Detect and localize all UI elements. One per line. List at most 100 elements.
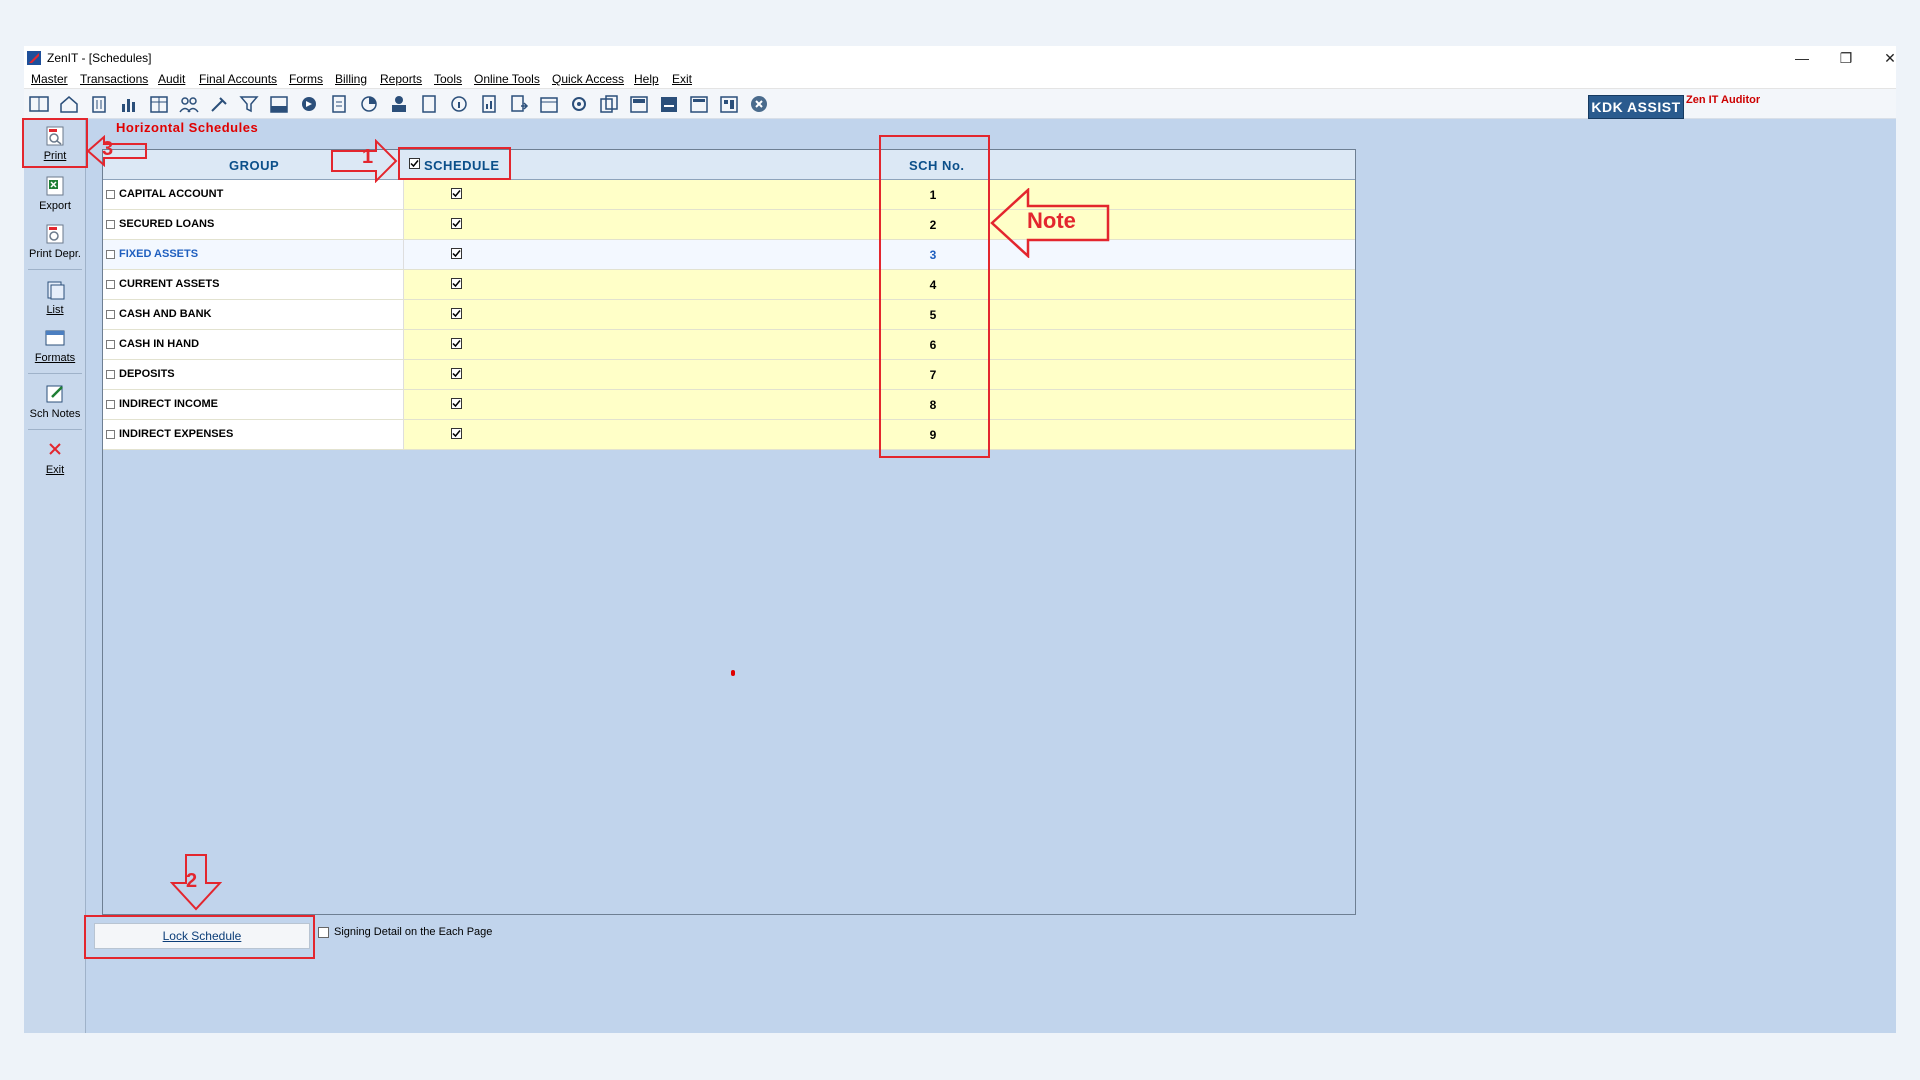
pie-icon[interactable] [358,94,380,114]
group-name: CASH AND BANK [119,308,212,320]
schedule-cell[interactable] [404,330,509,359]
schedule-checkbox[interactable] [451,188,462,199]
menu-reports[interactable]: Reports [380,72,422,86]
group-cell[interactable]: INDIRECT EXPENSES [103,420,404,449]
menu-final-accounts[interactable]: Final Accounts [199,72,277,86]
annotation-box-lock [84,915,315,959]
row-checkbox[interactable] [106,310,115,319]
signing-detail-checkbox[interactable] [318,927,329,938]
schedule-checkbox[interactable] [451,338,462,349]
tax-icon[interactable] [268,94,290,114]
group-cell[interactable]: SECURED LOANS [103,210,404,239]
report-icon[interactable] [478,94,500,114]
schedule-checkbox[interactable] [451,278,462,289]
sidebar-list-button[interactable]: List [24,279,86,316]
menu-audit[interactable]: Audit [158,72,185,86]
bs-icon[interactable] [628,94,650,114]
group-cell[interactable]: CURRENT ASSETS [103,270,404,299]
schedule-checkbox[interactable] [451,368,462,379]
schedule-cell[interactable] [404,360,509,389]
schedule-cell[interactable] [404,240,509,269]
schedule-cell[interactable] [404,210,509,239]
sidebar-exit-button[interactable]: Exit [24,439,86,476]
menu-help[interactable]: Help [634,72,659,86]
row-checkbox[interactable] [106,340,115,349]
menu-master[interactable]: Master [31,72,68,86]
sidebar-sch-notes-button[interactable]: Sch Notes [24,383,86,420]
menu-forms[interactable]: Forms [289,72,323,86]
table-row[interactable]: FIXED ASSETS 3 [103,240,1355,270]
schedule-cell[interactable] [404,420,509,449]
row-checkbox[interactable] [106,190,115,199]
table-row[interactable]: CASH AND BANK 5 [103,300,1355,330]
calculator-icon[interactable] [328,94,350,114]
group-name: FIXED ASSETS [119,248,199,260]
schedule-cell[interactable] [404,390,509,419]
sidebar-formats-button[interactable]: Formats [24,327,86,364]
row-checkbox[interactable] [106,220,115,229]
pay-icon[interactable] [388,94,410,114]
row-checkbox[interactable] [106,430,115,439]
building-icon[interactable] [88,94,110,114]
bar-chart-icon[interactable] [118,94,140,114]
menu-tools[interactable]: Tools [434,72,462,86]
row-checkbox[interactable] [106,280,115,289]
table-row[interactable]: CASH IN HAND 6 [103,330,1355,360]
table-row[interactable]: CURRENT ASSETS 4 [103,270,1355,300]
group-cell[interactable]: CAPITAL ACCOUNT [103,180,404,209]
schedule-cell[interactable] [404,180,509,209]
schedule-cell[interactable] [404,270,509,299]
close-button[interactable]: ✕ [1872,48,1908,68]
minimize-button[interactable]: — [1784,48,1820,68]
schedule-cell[interactable] [404,300,509,329]
group-cell[interactable]: CASH AND BANK [103,300,404,329]
restore-button[interactable]: ❐ [1828,48,1864,68]
sidebar-print-depr-button[interactable]: Print Depr. [24,223,86,260]
menu-exit[interactable]: Exit [672,72,692,86]
menu-online-tools[interactable]: Online Tools [474,72,540,86]
row-checkbox[interactable] [106,400,115,409]
bs2-icon[interactable] [658,94,680,114]
tdo-icon[interactable] [688,94,710,114]
schedule-checkbox[interactable] [451,308,462,319]
settings-icon[interactable] [568,94,590,114]
row-checkbox[interactable] [106,250,115,259]
row-checkbox[interactable] [106,370,115,379]
toggle-icon[interactable] [298,94,320,114]
sidebar-exit-label: Exit [45,464,65,476]
column-header-group[interactable]: GROUP [229,158,279,173]
home-icon[interactable] [58,94,80,114]
schedule-checkbox[interactable] [451,248,462,259]
table-row[interactable]: INDIRECT EXPENSES 9 [103,420,1355,450]
calendar-icon[interactable] [538,94,560,114]
group-cell[interactable]: FIXED ASSETS [103,240,404,269]
sidebar-export-button[interactable]: Export [24,175,86,212]
schedule-checkbox[interactable] [451,428,462,439]
menu-billing[interactable]: Billing [335,72,367,86]
tools-icon[interactable] [208,94,230,114]
table-row[interactable]: SECURED LOANS 2 [103,210,1355,240]
group-cell[interactable]: DEPOSITS [103,360,404,389]
grid-doc-icon[interactable] [718,94,740,114]
kdk-assist-button[interactable]: KDK ASSIST [1588,95,1684,119]
table-row[interactable]: INDIRECT INCOME 8 [103,390,1355,420]
document-icon[interactable] [418,94,440,114]
copy-icon[interactable] [598,94,620,114]
people-icon[interactable] [178,94,200,114]
open-book-icon[interactable] [28,94,50,114]
schedule-checkbox[interactable] [451,398,462,409]
calendar-grid-icon[interactable] [148,94,170,114]
info-icon[interactable] [448,94,470,114]
menu-transactions[interactable]: Transactions [80,72,148,86]
zen-it-auditor-link[interactable]: Zen IT Auditor [1686,94,1760,106]
schedule-grid: GROUP SCHEDULE SCH No. CAPITAL ACCOUNT 1 S… [102,149,1356,915]
schedule-checkbox[interactable] [451,218,462,229]
table-row[interactable]: CAPITAL ACCOUNT 1 [103,180,1355,210]
filter-icon[interactable] [238,94,260,114]
menu-quick-access[interactable]: Quick Access [552,72,624,86]
close-circle-icon[interactable] [748,94,770,114]
group-cell[interactable]: CASH IN HAND [103,330,404,359]
group-cell[interactable]: INDIRECT INCOME [103,390,404,419]
table-row[interactable]: DEPOSITS 7 [103,360,1355,390]
export-doc-icon[interactable] [508,94,530,114]
